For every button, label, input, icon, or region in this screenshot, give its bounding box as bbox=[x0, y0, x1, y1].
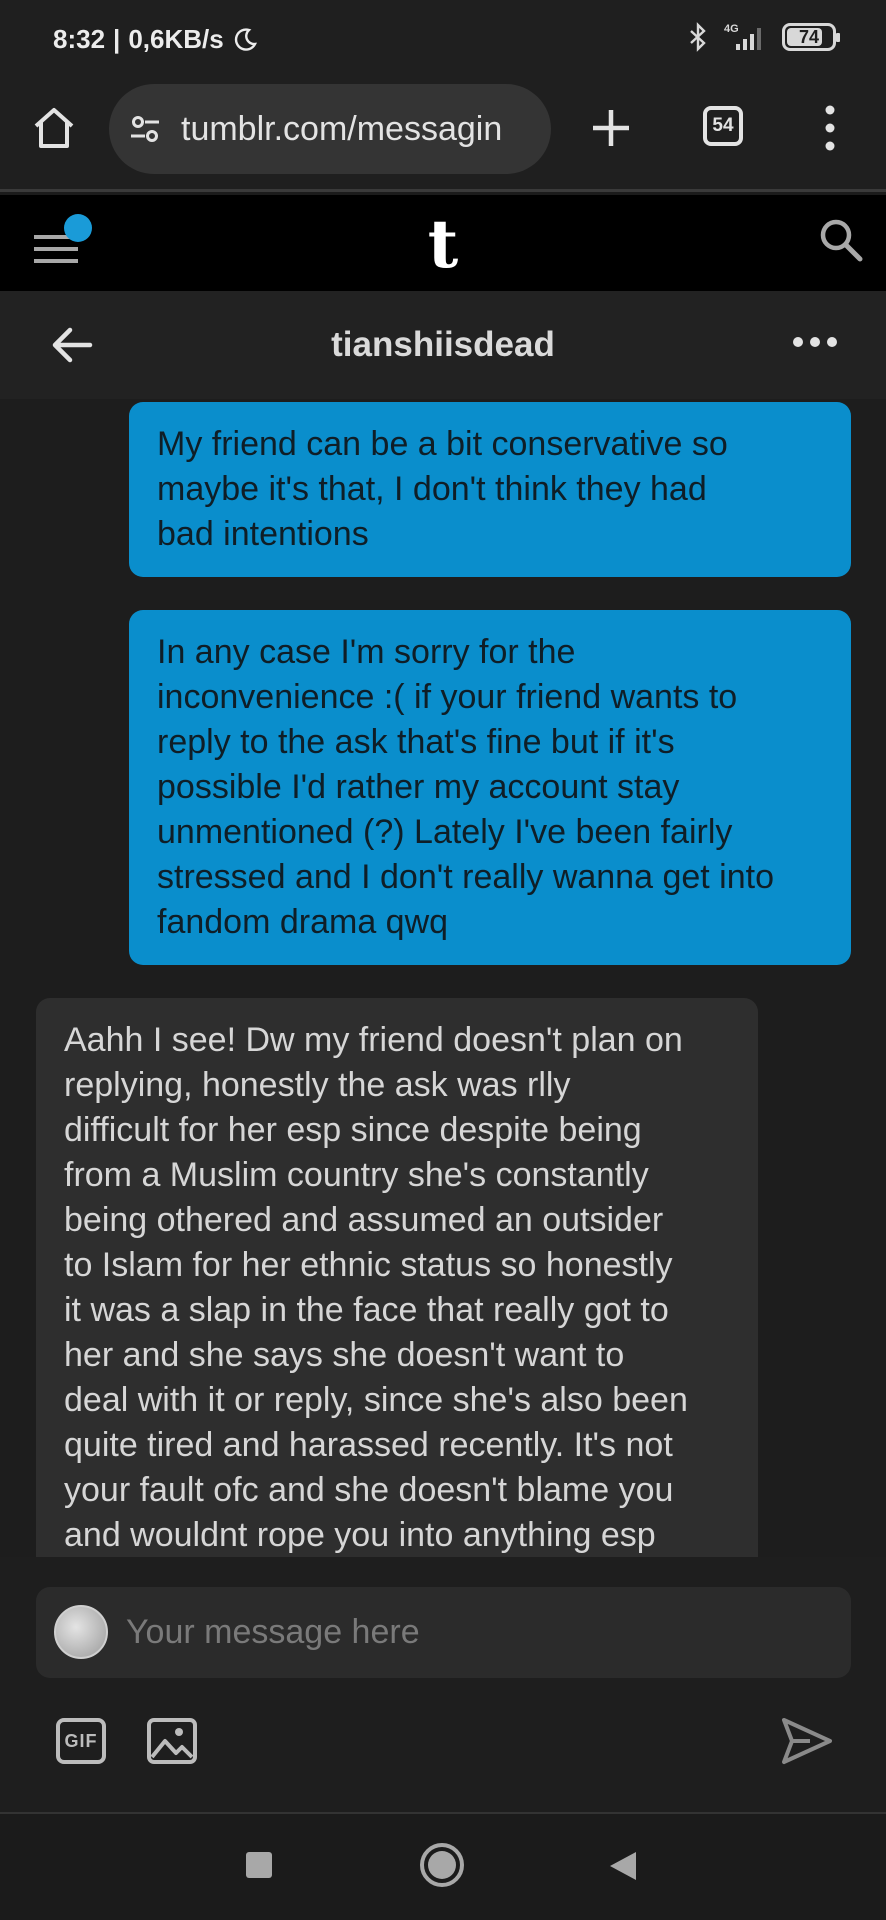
status-time: 8:32 bbox=[53, 24, 106, 54]
gif-icon[interactable]: GIF bbox=[56, 1718, 106, 1764]
battery-level: 74 bbox=[798, 26, 820, 47]
message-line: from a Muslim country she's constantly bbox=[64, 1156, 649, 1194]
site-settings-icon[interactable] bbox=[127, 111, 163, 147]
message-line: In any case I'm sorry for the bbox=[157, 633, 576, 671]
system-navigation-bar bbox=[0, 1814, 886, 1920]
more-horizontal-icon[interactable] bbox=[792, 335, 838, 349]
message-line: fandom drama qwq bbox=[157, 903, 449, 941]
moon-icon bbox=[234, 27, 257, 51]
message-line: possible I'd rather my account stay bbox=[157, 768, 680, 806]
message-line: maybe it's that, I don't think they had bbox=[157, 470, 707, 508]
conversation-title[interactable]: tianshiisdead bbox=[0, 325, 886, 365]
back-triangle-icon[interactable] bbox=[608, 1850, 638, 1882]
message-line: quite tired and harassed recently. It's … bbox=[64, 1426, 673, 1464]
message-line: your fault ofc and she doesn't blame you bbox=[64, 1471, 674, 1509]
status-right: 4G 74 bbox=[688, 22, 840, 52]
message-line: Aahh I see! Dw my friend doesn't plan on bbox=[64, 1021, 683, 1059]
network-type: 4G bbox=[724, 23, 739, 35]
message-line: bad intentions bbox=[157, 515, 369, 553]
message-line: My friend can be a bit conservative so bbox=[157, 425, 728, 463]
message-line: to Islam for her ethnic status so honest… bbox=[64, 1246, 673, 1284]
conversation-header: tianshiisdead bbox=[0, 291, 886, 399]
send-icon[interactable] bbox=[780, 1716, 834, 1766]
message-list[interactable]: My friend can be a bit conservative so m… bbox=[0, 399, 886, 1557]
message-bubble-sent: My friend can be a bit conservative so m… bbox=[129, 402, 851, 577]
message-bubble-received: Aahh I see! Dw my friend doesn't plan on… bbox=[36, 998, 758, 1557]
plus-icon[interactable] bbox=[585, 102, 637, 154]
tumblr-logo[interactable]: t bbox=[0, 205, 886, 283]
message-composer: GIF bbox=[0, 1557, 886, 1812]
battery-icon: 74 bbox=[782, 23, 840, 51]
message-input[interactable] bbox=[126, 1587, 826, 1678]
more-vertical-icon[interactable] bbox=[818, 100, 842, 156]
message-line: difficult for her esp since despite bein… bbox=[64, 1111, 642, 1149]
tumblr-header: t bbox=[0, 195, 886, 291]
message-line: being othered and assumed an outsider bbox=[64, 1201, 664, 1239]
search-icon[interactable] bbox=[816, 215, 866, 265]
recents-icon[interactable] bbox=[246, 1852, 272, 1878]
message-line: deal with it or reply, since she's also … bbox=[64, 1381, 688, 1419]
address-bar[interactable]: tumblr.com/messagin bbox=[109, 84, 551, 174]
message-input-box[interactable] bbox=[36, 1587, 851, 1678]
url-text[interactable]: tumblr.com/messagin bbox=[181, 110, 502, 149]
home-button-icon[interactable] bbox=[420, 1843, 464, 1887]
tab-count: 54 bbox=[712, 115, 734, 136]
signal-icon: 4G bbox=[724, 23, 761, 50]
message-line: replying, honestly the ask was rlly bbox=[64, 1066, 571, 1104]
gif-label: GIF bbox=[64, 1730, 98, 1751]
avatar[interactable] bbox=[54, 1605, 108, 1659]
status-left: 8:32 | 0,6KB/s bbox=[53, 24, 258, 55]
message-line: it was a slap in the face that really go… bbox=[64, 1291, 669, 1329]
tabs-icon[interactable]: 54 bbox=[703, 106, 743, 146]
message-line: inconvenience :( if your friend wants to bbox=[157, 678, 738, 716]
message-line: unmentioned (?) Lately I've been fairly bbox=[157, 813, 733, 851]
message-line: stressed and I don't really wanna get in… bbox=[157, 858, 774, 896]
status-separator: | bbox=[113, 24, 121, 54]
message-line: her and she says she doesn't want to bbox=[64, 1336, 625, 1374]
home-icon[interactable] bbox=[28, 102, 80, 154]
network-speed: 0,6KB/s bbox=[128, 24, 224, 54]
status-bar: 8:32 | 0,6KB/s 4G 74 bbox=[0, 0, 886, 80]
image-icon[interactable] bbox=[146, 1717, 198, 1765]
browser-toolbar: tumblr.com/messagin 54 bbox=[0, 80, 886, 192]
message-line: reply to the ask that's fine but if it's bbox=[157, 723, 675, 761]
message-bubble-sent: In any case I'm sorry for the inconvenie… bbox=[129, 610, 851, 965]
bluetooth-icon bbox=[690, 22, 706, 52]
message-line: and wouldnt rope you into anything esp bbox=[64, 1516, 656, 1554]
